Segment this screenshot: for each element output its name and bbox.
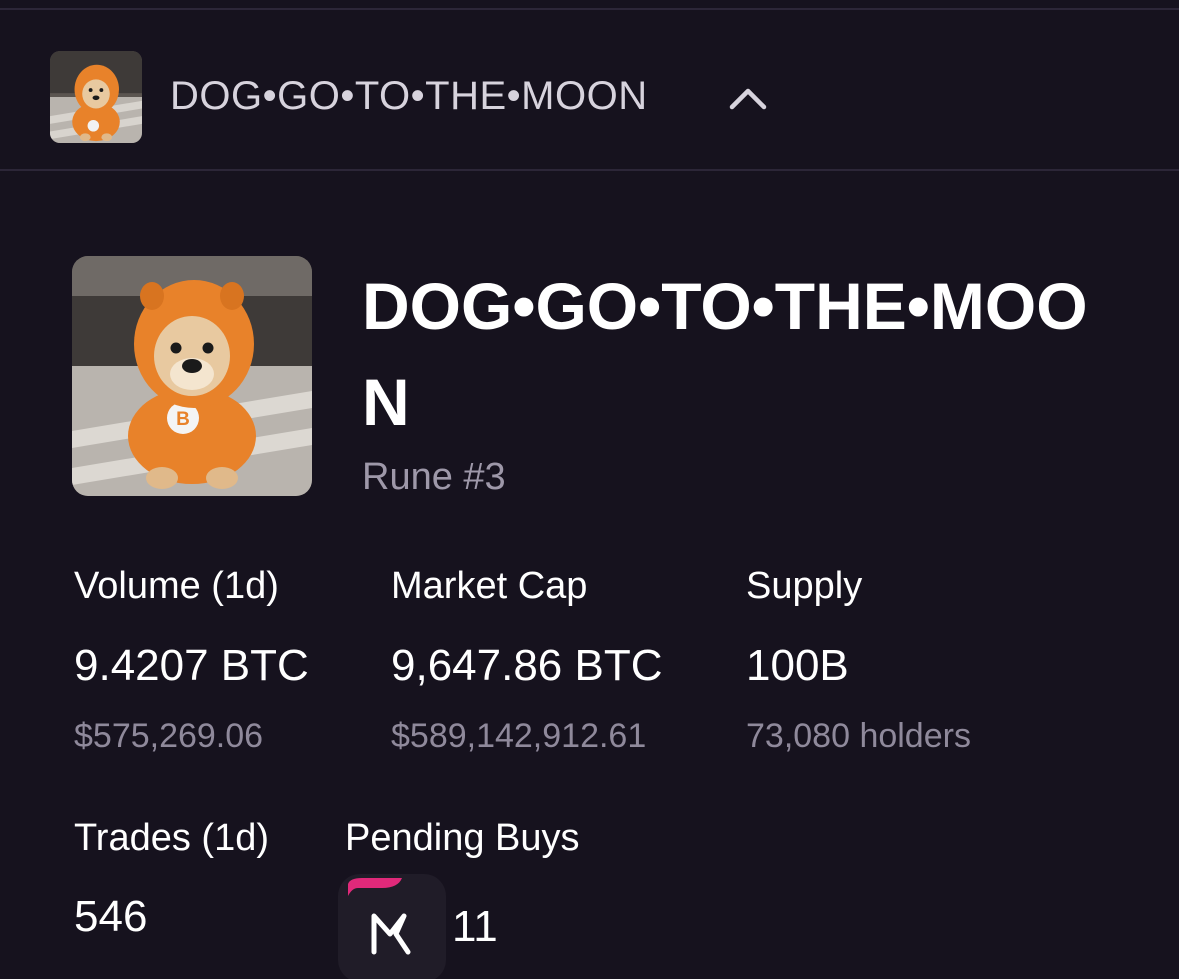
volume-value: 9.4207 BTC	[74, 641, 309, 690]
holders-count: 73,080 holders	[746, 717, 971, 755]
volume-label: Volume (1d)	[74, 565, 279, 607]
header-rune-name: DOG•GO•TO•THE•MOON	[170, 74, 648, 118]
trades-value: 546	[74, 892, 148, 941]
rune-thumbnail	[50, 51, 142, 143]
rune-image: B	[72, 256, 312, 496]
chevron-up-icon[interactable]	[726, 80, 770, 114]
trades-label: Trades (1d)	[74, 817, 269, 859]
pending-buys-label: Pending Buys	[345, 817, 580, 859]
svg-text:B: B	[176, 409, 190, 430]
header-divider	[0, 169, 1179, 171]
collapsible-header[interactable]: DOG•GO•TO•THE•MOON	[0, 10, 1179, 170]
pending-buys-count: 11	[452, 902, 498, 951]
supply-value: 100B	[746, 641, 849, 690]
rune-detail-page: DOG•GO•TO•THE•MOON B DOG•GO•TO•THE•MOON …	[0, 0, 1179, 979]
rune-number: Rune #3	[362, 456, 506, 498]
market-cap-usd: $589,142,912.61	[391, 717, 647, 755]
volume-usd: $575,269.06	[74, 717, 264, 755]
supply-label: Supply	[746, 565, 863, 607]
market-cap-value: 9,647.86 BTC	[391, 641, 663, 690]
magic-eden-logo-icon[interactable]	[338, 874, 446, 979]
rune-title: DOG•GO•TO•THE•MOON	[362, 269, 1088, 439]
market-cap-label: Market Cap	[391, 565, 588, 607]
